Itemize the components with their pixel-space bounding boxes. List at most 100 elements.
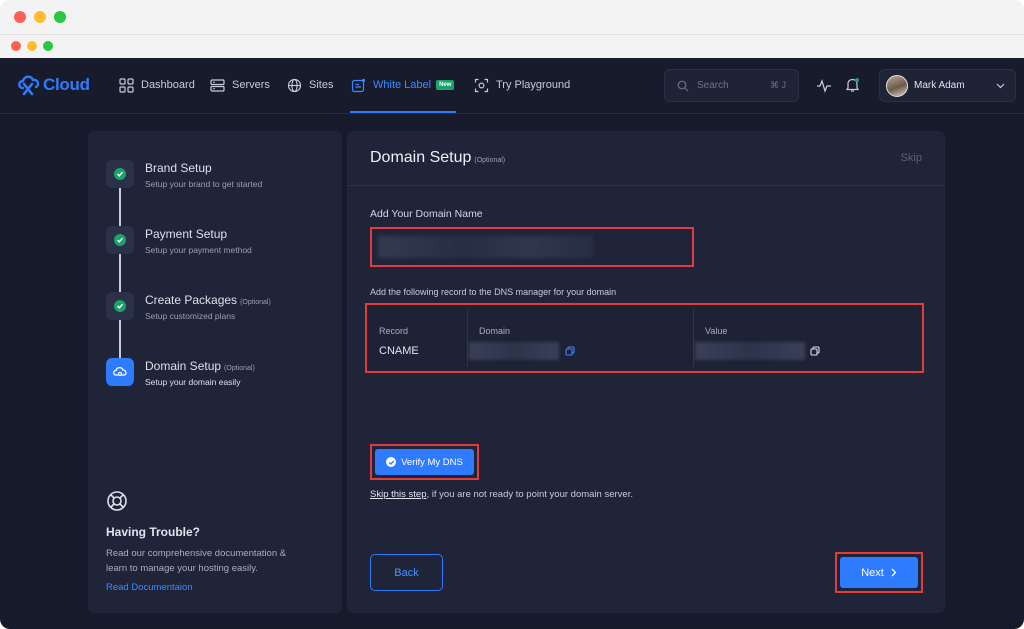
notification-bell-icon[interactable] <box>845 77 860 93</box>
check-icon <box>114 234 126 246</box>
column-divider <box>467 309 468 367</box>
column-divider <box>693 309 694 367</box>
optional-tag: (Optional) <box>240 299 271 306</box>
minimize-window-button[interactable] <box>34 11 46 23</box>
chevron-right-icon <box>891 568 897 577</box>
read-documentation-link[interactable]: Read Documentaion <box>106 582 193 593</box>
domain-setup-panel: Domain Setup (Optional) Skip Add Your Dom… <box>347 131 945 613</box>
nav-servers[interactable]: Servers <box>210 76 270 94</box>
domain-header: Domain <box>479 326 511 336</box>
inner-maximize-button[interactable] <box>43 41 53 51</box>
dashboard-icon <box>119 77 134 93</box>
search-placeholder: Search <box>697 80 729 91</box>
xcloud-logo-icon <box>18 75 40 96</box>
globe-icon <box>287 78 302 92</box>
nav-try-playground-label: Try Playground <box>496 79 571 91</box>
optional-tag: (Optional) <box>224 365 255 372</box>
verify-dns-label: Verify My DNS <box>401 456 463 468</box>
header-divider <box>347 185 945 186</box>
playground-icon <box>474 78 489 92</box>
page-title-text: Domain Setup <box>370 149 472 166</box>
verify-dns-button[interactable]: Verify My DNS <box>375 449 474 475</box>
step-payment-setup-title[interactable]: Payment Setup <box>145 227 227 241</box>
back-button[interactable]: Back <box>370 554 443 591</box>
activity-icon[interactable] <box>816 79 832 93</box>
redacted-domain-host <box>469 342 559 360</box>
new-badge: New <box>436 80 455 90</box>
skip-step-text: Skip this step, if you are not ready to … <box>370 489 633 500</box>
maximize-window-button[interactable] <box>54 11 66 23</box>
step-domain-setup-title[interactable]: Domain Setup (Optional) <box>145 359 255 373</box>
cloud-domain-icon <box>113 366 127 377</box>
next-button[interactable]: Next <box>840 557 918 588</box>
copy-domain-icon[interactable] <box>565 346 575 356</box>
browser-window: Cloud Dashboard Servers Sites White Labe… <box>0 0 1024 629</box>
nav-dashboard[interactable]: Dashboard <box>119 76 195 94</box>
next-highlight: Next <box>835 552 923 593</box>
nav-sites[interactable]: Sites <box>287 76 333 94</box>
step-payment-setup-subtitle: Setup your payment method <box>145 245 252 255</box>
setup-steps-panel: Brand Setup Setup your brand to get star… <box>88 131 342 613</box>
chevron-down-icon <box>996 83 1005 89</box>
avatar <box>886 75 908 97</box>
close-window-button[interactable] <box>14 11 26 23</box>
step-create-packages-subtitle: Setup customized plans <box>145 311 236 321</box>
step-brand-setup-icon <box>106 160 134 188</box>
step-domain-setup-icon <box>106 358 134 386</box>
page-title: Domain Setup (Optional) <box>370 149 505 167</box>
skip-this-step-link[interactable]: Skip this step <box>370 489 427 500</box>
dns-record-table: Record CNAME Domain Value <box>365 303 924 373</box>
next-label: Next <box>861 566 884 579</box>
help-text: Read our comprehensive documentation & l… <box>106 548 287 574</box>
active-tab-indicator <box>350 111 456 113</box>
redacted-domain-value <box>378 236 593 258</box>
step-brand-setup-subtitle: Setup your brand to get started <box>145 179 263 189</box>
domain-name-input[interactable] <box>370 227 694 267</box>
verify-dns-highlight: Verify My DNS <box>370 444 479 480</box>
check-icon <box>114 168 126 180</box>
skip-button[interactable]: Skip <box>901 152 922 164</box>
servers-icon <box>210 78 225 92</box>
search-shortcut: ⌘ J <box>769 80 786 90</box>
step-domain-setup-subtitle: Setup your domain easily <box>145 377 241 387</box>
xcloud-logo[interactable]: Cloud <box>17 71 90 99</box>
nav-try-playground[interactable]: Try Playground <box>474 76 570 94</box>
record-value: CNAME <box>379 345 419 357</box>
user-name: Mark Adam <box>914 80 965 91</box>
steps-connector-line <box>119 178 121 358</box>
inner-minimize-button[interactable] <box>27 41 37 51</box>
help-title: Having Trouble? <box>106 525 201 539</box>
value-header: Value <box>705 326 728 336</box>
nav-white-label[interactable]: White Label New <box>351 76 455 94</box>
step-create-packages-icon <box>106 292 134 320</box>
nav-dashboard-label: Dashboard <box>141 79 195 91</box>
copy-value-icon[interactable] <box>810 346 820 356</box>
nav-servers-label: Servers <box>232 79 270 91</box>
step-payment-setup-icon <box>106 226 134 254</box>
search-icon <box>677 80 689 92</box>
nav-white-label-label: White Label <box>373 79 432 91</box>
top-navigation: Cloud Dashboard Servers Sites White Labe… <box>0 58 1024 114</box>
step-brand-setup-title[interactable]: Brand Setup <box>145 161 212 175</box>
white-label-icon <box>351 78 366 92</box>
outer-title-bar <box>0 0 1024 34</box>
logo-text: Cloud <box>43 75 90 94</box>
user-menu[interactable]: Mark Adam <box>879 69 1016 102</box>
domain-name-label: Add Your Domain Name <box>370 208 483 220</box>
dns-instruction: Add the following record to the DNS mana… <box>370 287 617 297</box>
redacted-value <box>695 342 805 360</box>
nav-sites-label: Sites <box>309 79 334 91</box>
lifebuoy-icon <box>107 491 127 511</box>
step-create-packages-title[interactable]: Create Packages (Optional) <box>145 293 271 307</box>
step-domain-setup-label: Domain Setup <box>145 359 222 373</box>
search-input[interactable]: Search ⌘ J <box>664 69 799 102</box>
record-header: Record <box>379 326 409 336</box>
check-icon <box>114 300 126 312</box>
step-create-packages-label: Create Packages <box>145 293 238 307</box>
optional-tag: (Optional) <box>474 157 506 164</box>
skip-step-rest: , if you are not ready to point your dom… <box>426 489 633 500</box>
check-circle-icon <box>386 457 397 467</box>
inner-title-bar <box>0 34 1024 58</box>
app: Cloud Dashboard Servers Sites White Labe… <box>0 58 1024 629</box>
inner-close-button[interactable] <box>11 41 21 51</box>
